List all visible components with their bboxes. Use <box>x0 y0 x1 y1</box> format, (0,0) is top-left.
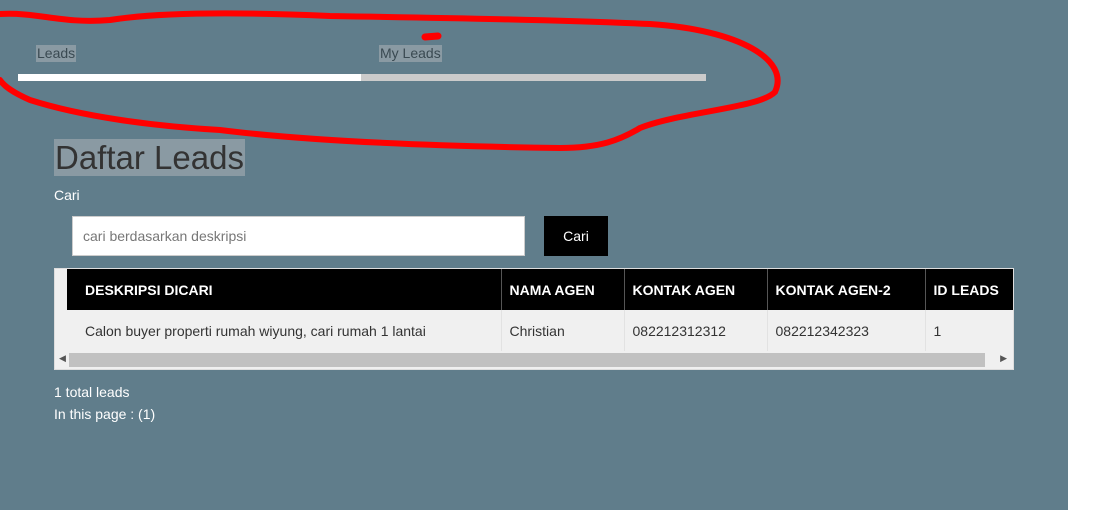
column-header: NAMA AGEN <box>501 269 625 310</box>
tab-indicator-inactive <box>361 74 706 81</box>
scroll-left-icon[interactable]: ◀ <box>59 353 66 364</box>
tab-my-leads[interactable]: My Leads <box>379 45 442 62</box>
column-header: DESKRIPSI DICARI <box>67 269 502 310</box>
table-row[interactable]: Calon buyer properti rumah wiyung, cari … <box>67 310 1013 351</box>
total-leads: 1 total leads <box>54 384 130 400</box>
cell-agent-contact: 082212312312 <box>624 310 768 351</box>
cell-lead-id: 1 <box>925 310 1013 351</box>
horizontal-scrollbar[interactable]: ◀ ▶ <box>55 351 1013 369</box>
search-input[interactable] <box>72 216 525 256</box>
cell-agent-name: Christian <box>501 310 625 351</box>
table-header-row: DESKRIPSI DICARI NAMA AGEN KONTAK AGEN K… <box>67 269 1013 310</box>
scrollbar-thumb[interactable] <box>69 353 985 367</box>
tab-leads[interactable]: Leads <box>36 45 77 62</box>
search-button[interactable]: Cari <box>544 216 608 256</box>
cell-agent-contact-2: 082212342323 <box>767 310 926 351</box>
page-count: In this page : (1) <box>54 406 156 422</box>
cell-description: Calon buyer properti rumah wiyung, cari … <box>67 310 502 351</box>
tab-indicator-active <box>18 74 361 81</box>
column-header: KONTAK AGEN <box>624 269 768 310</box>
leads-table: DESKRIPSI DICARI NAMA AGEN KONTAK AGEN K… <box>67 269 1013 351</box>
page: Leads My Leads Daftar Leads Cari Cari DE… <box>0 0 1068 510</box>
column-header: KONTAK AGEN-2 <box>767 269 926 310</box>
search-label: Cari <box>54 187 80 203</box>
column-header: ID LEADS <box>925 269 1013 310</box>
scroll-right-icon[interactable]: ▶ <box>1000 353 1007 364</box>
leads-table-container: DESKRIPSI DICARI NAMA AGEN KONTAK AGEN K… <box>54 268 1014 370</box>
page-title: Daftar Leads <box>54 139 245 176</box>
